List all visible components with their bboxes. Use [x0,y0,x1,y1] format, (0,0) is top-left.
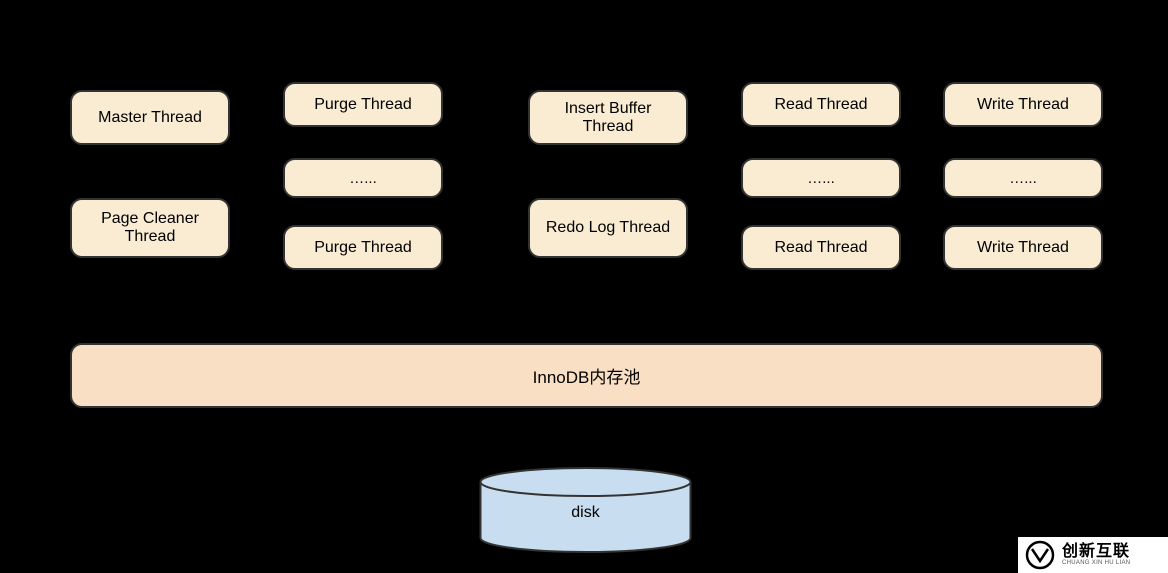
purge-ellipsis-box: …... [283,158,443,198]
write-ellipsis-label: …... [1009,170,1037,187]
read-thread-top-label: Read Thread [774,96,867,114]
read-thread-bottom-label: Read Thread [774,239,867,257]
write-thread-top-box: Write Thread [943,82,1103,127]
watermark-cn-text: 创新互联 [1062,544,1130,560]
master-thread-box: Master Thread [70,90,230,145]
disk-label: disk [478,504,693,522]
redo-log-thread-label: Redo Log Thread [546,219,670,237]
purge-ellipsis-label: …... [349,170,377,187]
master-thread-label: Master Thread [98,109,202,127]
write-thread-bottom-label: Write Thread [977,239,1069,257]
watermark-logo-icon [1024,539,1056,571]
page-cleaner-thread-box: Page Cleaner Thread [70,198,230,258]
purge-thread-top-box: Purge Thread [283,82,443,127]
write-thread-top-label: Write Thread [977,96,1069,114]
page-cleaner-thread-label: Page Cleaner Thread [80,210,220,246]
insert-buffer-thread-label: Insert Buffer Thread [538,100,678,136]
purge-thread-bottom-label: Purge Thread [314,239,412,257]
write-ellipsis-box: …... [943,158,1103,198]
write-thread-bottom-box: Write Thread [943,225,1103,270]
purge-thread-top-label: Purge Thread [314,96,412,114]
disk-cylinder: disk [478,466,693,554]
redo-log-thread-box: Redo Log Thread [528,198,688,258]
purge-thread-bottom-box: Purge Thread [283,225,443,270]
read-ellipsis-box: …... [741,158,901,198]
watermark: 创新互联 CHUANG XIN HU LIAN [1018,537,1168,573]
read-thread-top-box: Read Thread [741,82,901,127]
innodb-memory-pool-box: InnoDB内存池 [70,343,1103,408]
insert-buffer-thread-box: Insert Buffer Thread [528,90,688,145]
read-ellipsis-label: …... [807,170,835,187]
innodb-memory-pool-label: InnoDB内存池 [533,363,641,388]
watermark-en-text: CHUANG XIN HU LIAN [1062,560,1130,566]
read-thread-bottom-box: Read Thread [741,225,901,270]
